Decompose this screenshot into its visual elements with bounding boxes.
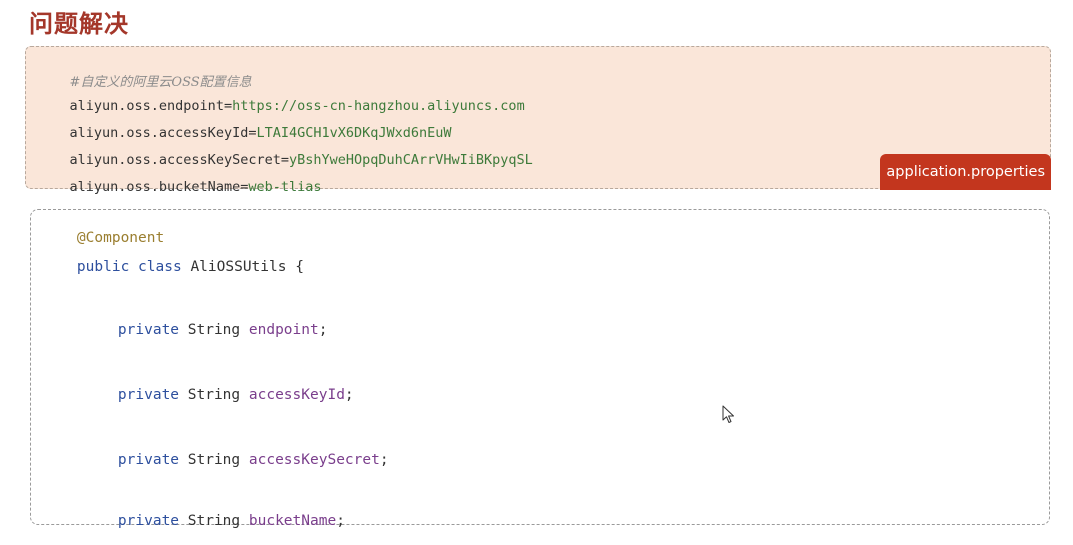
keyword-token: public [76,259,130,275]
modifier-token: private [117,387,180,403]
semicolon-token: ; [344,387,354,403]
class-name-token: AliOSSUtils [190,259,287,275]
properties-code-block: #自定义的阿里云OSS配置信息 aliyun.oss.endpoint=http… [25,46,1051,195]
brace-token: { [295,259,304,275]
modifier-token: private [117,322,180,338]
keyword-token: class [138,259,182,275]
semicolon-token: ; [336,513,345,529]
field-name-token: bucketName [248,513,337,529]
semicolon-token: ; [318,322,328,338]
section-heading: 问题解决 [29,10,129,38]
type-token: String [187,322,241,338]
modifier-token: private [117,452,180,468]
field-name-token: accessKeyId [248,387,345,403]
code-line-class-declaration: public class AliOSSUtils { [42,243,304,291]
property-key: aliyun.oss.bucketName [69,179,241,195]
code-line-field-bucket-name: private String bucketName; [83,497,345,545]
properties-line-bucket-name: aliyun.oss.bucketName=web-tlias [37,163,322,211]
type-token: String [187,387,241,403]
type-token: String [187,452,241,468]
code-line-field-endpoint: private String endpoint; [83,306,328,354]
file-name-tag: application.properties [880,154,1051,190]
semicolon-token: ; [379,452,389,468]
field-name-token: endpoint [248,322,319,338]
property-value: yBshYweHOpqDuhCArrVHwIiBKpyqSL [288,152,533,168]
modifier-token: private [117,513,180,529]
java-code-block: @Component public class AliOSSUtils { pr… [30,209,1050,529]
field-name-token: accessKeySecret [248,452,380,468]
property-value: web-tlias [248,179,322,195]
code-line-field-access-key-secret: private String accessKeySecret; [83,436,389,484]
mouse-pointer-icon [722,405,736,425]
type-token: String [187,513,241,529]
code-line-field-access-key-id: private String accessKeyId; [83,371,354,419]
